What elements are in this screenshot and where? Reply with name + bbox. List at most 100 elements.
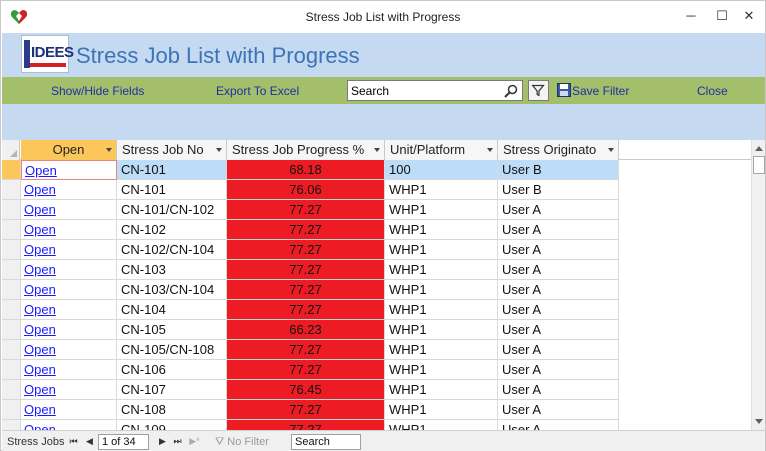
open-link[interactable]: Open	[25, 163, 57, 178]
stress-originator-cell[interactable]: User A	[498, 300, 619, 320]
progress-cell[interactable]: 77.27	[227, 220, 385, 240]
unit-platform-cell[interactable]: WHP1	[385, 380, 498, 400]
table-row[interactable]: Open CN-103 77.27 WHP1 User A	[2, 260, 751, 280]
progress-cell[interactable]: 77.27	[227, 420, 385, 430]
stress-originator-cell[interactable]: User A	[498, 280, 619, 300]
progress-cell[interactable]: 77.27	[227, 240, 385, 260]
open-link[interactable]: Open	[24, 282, 56, 297]
record-selector[interactable]	[2, 280, 21, 300]
stress-originator-cell[interactable]: User A	[498, 380, 619, 400]
table-row[interactable]: Open CN-109 77.27 WHP1 User A	[2, 420, 751, 430]
table-row[interactable]: Open CN-101 76.06 WHP1 User B	[2, 180, 751, 200]
stress-originator-cell[interactable]: User A	[498, 420, 619, 430]
record-selector[interactable]	[2, 260, 21, 280]
chevron-down-icon[interactable]	[374, 148, 380, 152]
chevron-down-icon[interactable]	[487, 148, 493, 152]
record-selector[interactable]	[2, 340, 21, 360]
stress-job-no-cell[interactable]: CN-107	[117, 380, 227, 400]
table-row[interactable]: Open CN-107 76.45 WHP1 User A	[2, 380, 751, 400]
stress-originator-cell[interactable]: User A	[498, 400, 619, 420]
open-link[interactable]: Open	[24, 342, 56, 357]
stress-originator-cell[interactable]: User A	[498, 260, 619, 280]
progress-cell[interactable]: 77.27	[227, 260, 385, 280]
no-filter-indicator[interactable]: ⛛ No Filter	[215, 434, 269, 450]
table-row[interactable]: Open CN-102 77.27 WHP1 User A	[2, 220, 751, 240]
open-link[interactable]: Open	[24, 202, 56, 217]
open-link-cell[interactable]: Open	[21, 260, 117, 280]
progress-cell[interactable]: 66.23	[227, 320, 385, 340]
vertical-scrollbar[interactable]	[751, 140, 765, 430]
unit-platform-cell[interactable]: WHP1	[385, 360, 498, 380]
stress-originator-cell[interactable]: User A	[498, 200, 619, 220]
next-record-icon[interactable]: ▶	[157, 435, 168, 447]
record-selector[interactable]	[2, 360, 21, 380]
maximize-button[interactable]: ☐	[712, 6, 732, 26]
open-link-cell[interactable]: Open	[21, 240, 117, 260]
stress-job-no-cell[interactable]: CN-103/CN-104	[117, 280, 227, 300]
open-link[interactable]: Open	[24, 402, 56, 417]
search-icon[interactable]	[503, 83, 519, 99]
unit-platform-cell[interactable]: WHP1	[385, 280, 498, 300]
chevron-down-icon[interactable]	[106, 148, 112, 152]
stress-job-no-cell[interactable]: CN-103	[117, 260, 227, 280]
open-link[interactable]: Open	[24, 322, 56, 337]
column-header-stress-job-no[interactable]: Stress Job No	[117, 140, 227, 160]
open-link[interactable]: Open	[24, 242, 56, 257]
open-link[interactable]: Open	[24, 422, 56, 430]
table-row[interactable]: Open CN-105/CN-108 77.27 WHP1 User A	[2, 340, 751, 360]
column-header-unit-platform[interactable]: Unit/Platform	[385, 140, 498, 160]
show-hide-fields-link[interactable]: Show/Hide Fields	[51, 84, 144, 98]
open-link-cell[interactable]: Open	[21, 200, 117, 220]
column-header-stress-originator[interactable]: Stress Originato	[498, 140, 619, 160]
open-link[interactable]: Open	[24, 262, 56, 277]
open-link[interactable]: Open	[24, 222, 56, 237]
table-row[interactable]: Open CN-108 77.27 WHP1 User A	[2, 400, 751, 420]
stress-originator-cell[interactable]: User B	[498, 160, 619, 180]
first-record-icon[interactable]: ⏮	[68, 435, 79, 447]
last-record-icon[interactable]: ⏭	[172, 435, 183, 447]
record-selector[interactable]	[2, 160, 21, 180]
open-link-cell[interactable]: Open	[21, 400, 117, 420]
unit-platform-cell[interactable]: WHP1	[385, 320, 498, 340]
column-header-progress[interactable]: Stress Job Progress %	[227, 140, 385, 160]
chevron-down-icon[interactable]	[608, 148, 614, 152]
progress-cell[interactable]: 77.27	[227, 340, 385, 360]
record-selector[interactable]	[2, 380, 21, 400]
open-link-cell[interactable]: Open	[21, 420, 117, 430]
stress-originator-cell[interactable]: User A	[498, 220, 619, 240]
open-link-cell[interactable]: Open	[21, 180, 117, 200]
open-link[interactable]: Open	[24, 382, 56, 397]
unit-platform-cell[interactable]: WHP1	[385, 300, 498, 320]
record-selector[interactable]	[2, 320, 21, 340]
stress-originator-cell[interactable]: User A	[498, 360, 619, 380]
stress-job-no-cell[interactable]: CN-108	[117, 400, 227, 420]
filter-button[interactable]	[528, 80, 549, 101]
close-link[interactable]: Close	[697, 84, 728, 98]
search-input[interactable]	[351, 83, 501, 99]
search-box[interactable]	[347, 80, 523, 101]
stress-job-no-cell[interactable]: CN-106	[117, 360, 227, 380]
unit-platform-cell[interactable]: 100	[385, 160, 498, 180]
unit-platform-cell[interactable]: WHP1	[385, 260, 498, 280]
unit-platform-cell[interactable]: WHP1	[385, 220, 498, 240]
stress-job-no-cell[interactable]: CN-102	[117, 220, 227, 240]
progress-cell[interactable]: 77.27	[227, 400, 385, 420]
record-selector[interactable]	[2, 300, 21, 320]
unit-platform-cell[interactable]: WHP1	[385, 180, 498, 200]
record-search-field[interactable]: Search	[291, 434, 361, 450]
table-row[interactable]: Open CN-104 77.27 WHP1 User A	[2, 300, 751, 320]
scroll-up-arrow-icon[interactable]	[752, 142, 766, 156]
close-window-button[interactable]: ✕	[739, 6, 759, 26]
table-row[interactable]: Open CN-106 77.27 WHP1 User A	[2, 360, 751, 380]
stress-job-no-cell[interactable]: CN-109	[117, 420, 227, 430]
stress-job-no-cell[interactable]: CN-101/CN-102	[117, 200, 227, 220]
open-link-cell[interactable]: Open	[21, 220, 117, 240]
previous-record-icon[interactable]: ◀	[84, 435, 95, 447]
progress-cell[interactable]: 77.27	[227, 300, 385, 320]
open-link-cell[interactable]: Open	[21, 320, 117, 340]
save-disk-icon[interactable]	[557, 83, 571, 97]
table-row[interactable]: Open CN-101/CN-102 77.27 WHP1 User A	[2, 200, 751, 220]
stress-originator-cell[interactable]: User A	[498, 340, 619, 360]
stress-originator-cell[interactable]: User B	[498, 180, 619, 200]
stress-job-no-cell[interactable]: CN-102/CN-104	[117, 240, 227, 260]
